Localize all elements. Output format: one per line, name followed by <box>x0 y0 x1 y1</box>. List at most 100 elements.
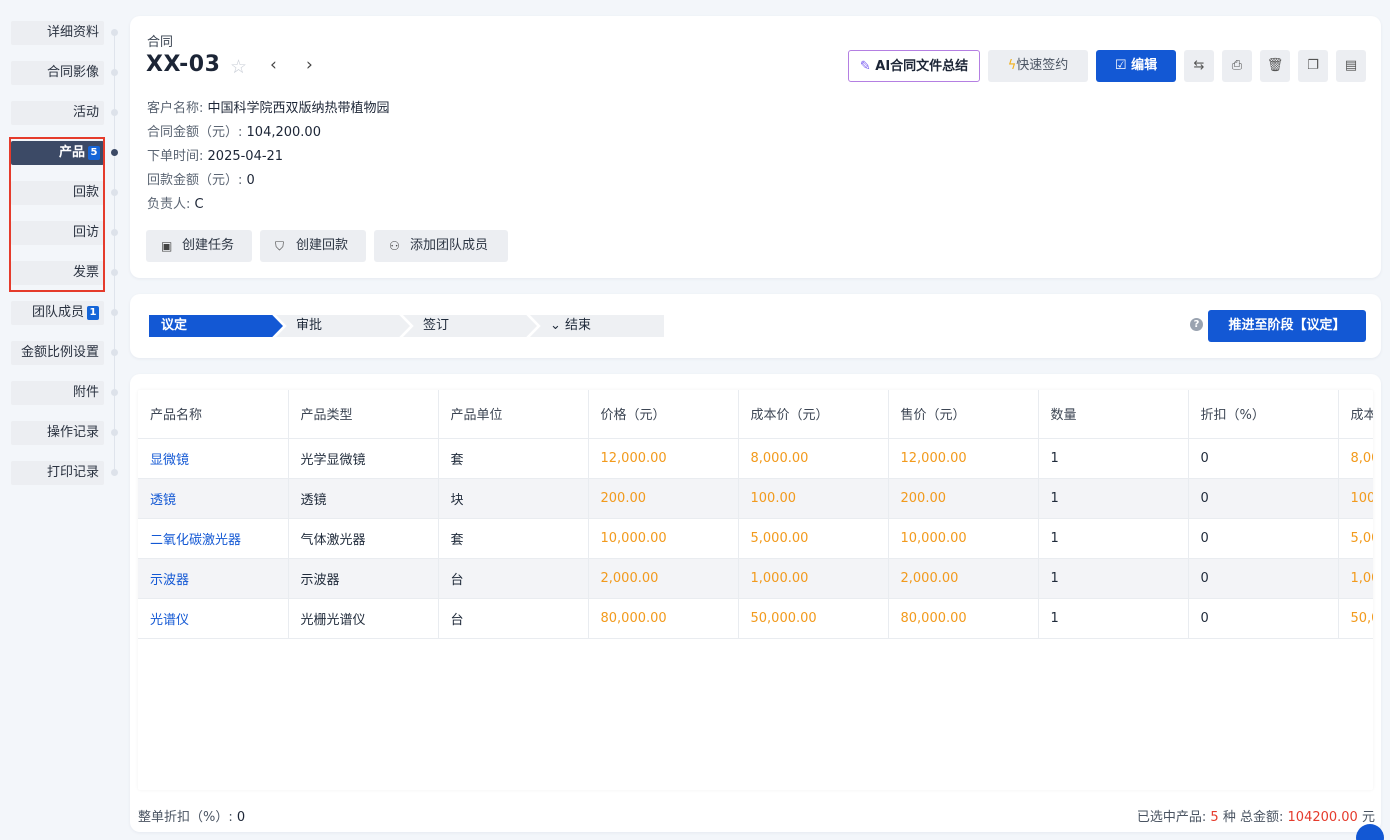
table-row: 光谱仪 光栅光谱仪 台 80,000.00 50,000.00 80,000.0… <box>138 598 1373 639</box>
product-name-link[interactable]: 透镜 <box>138 478 289 519</box>
stage-step[interactable]: 审批 <box>276 315 410 337</box>
table-row: 显微镜 光学显微镜 套 12,000.00 8,000.00 12,000.00… <box>138 438 1373 479</box>
field-owner: 负责人: C <box>147 193 204 212</box>
nav-item-contract-images[interactable]: 合同影像 <box>11 61 104 85</box>
print-button[interactable]: ⎙ <box>1222 50 1252 82</box>
column-header[interactable]: 价格（元） <box>588 390 739 439</box>
table-cell: 0 <box>1188 478 1339 519</box>
nav-item-team-members[interactable]: 团队成员 1 <box>11 301 104 325</box>
field-value: 104,200.00 <box>246 125 321 140</box>
column-header[interactable]: 产品单位 <box>438 390 589 439</box>
stage-label: 结束 <box>565 318 592 333</box>
nav-item-products[interactable]: 产品 5 <box>11 141 104 165</box>
printer-icon: ⎙ <box>1231 58 1243 73</box>
field-value: 0 <box>246 173 255 188</box>
add-team-member-button[interactable]: ⚇ 添加团队成员 <box>374 230 508 262</box>
stage-step[interactable]: 签订 <box>403 315 537 337</box>
help-icon[interactable]: ? <box>1190 318 1203 331</box>
quick-sign-button[interactable]: ϟ快速签约 <box>988 50 1088 82</box>
delete-button[interactable]: 🗑 <box>1260 50 1290 82</box>
field-label: 客户名称: <box>147 101 204 116</box>
table-cell: 2,000.00 <box>588 558 739 599</box>
column-header[interactable]: 售价（元） <box>888 390 1039 439</box>
products-table-container[interactable]: 产品名称 产品类型 产品单位 价格（元） 成本价（元） 售价（元） 数量 折扣（… <box>138 390 1373 790</box>
product-name-link[interactable]: 显微镜 <box>138 438 289 479</box>
nav-item-invoice[interactable]: 发票 <box>11 261 104 285</box>
table-cell: 12,000.00 <box>588 438 739 479</box>
nav-dot <box>111 269 118 276</box>
table-cell: 1 <box>1038 438 1189 479</box>
table-cell: 台 <box>438 598 589 639</box>
table-cell: 80,000.00 <box>588 598 739 639</box>
nav-item-amount-ratio[interactable]: 金额比例设置 <box>11 341 104 365</box>
nav-item-label: 金额比例设置 <box>20 345 99 360</box>
table-cell: 0 <box>1188 558 1339 599</box>
nav-item-label: 活动 <box>72 105 99 120</box>
nav-dot <box>111 69 118 76</box>
trash-icon: 🗑 <box>1266 58 1284 73</box>
stage-step-current[interactable]: 议定 <box>149 315 283 337</box>
document-icon: ▤ <box>1344 58 1358 73</box>
nav-dot <box>111 29 118 36</box>
selection-summary: 已选中产品: 5 种 总金额: 104200.00 元 <box>1137 806 1375 825</box>
table-cell: 100. <box>1338 478 1373 519</box>
column-header[interactable]: 成本 <box>1338 390 1373 439</box>
stage-step-end[interactable]: ⌄ 结束 <box>530 315 664 337</box>
column-header[interactable]: 产品名称 <box>138 390 289 439</box>
copy-button[interactable]: ❐ <box>1298 50 1328 82</box>
chevron-right-icon[interactable]: › <box>306 55 313 75</box>
create-task-button[interactable]: ▣ 创建任务 <box>146 230 252 262</box>
field-value: C <box>194 197 204 212</box>
nav-dot-active <box>111 149 118 156</box>
ai-summary-button[interactable]: ✎ AI合同文件总结 <box>848 50 980 82</box>
nav-timeline <box>114 30 115 475</box>
nav-item-activity[interactable]: 活动 <box>11 101 104 125</box>
table-cell: 1 <box>1038 478 1189 519</box>
column-header[interactable]: 数量 <box>1038 390 1189 439</box>
chevron-down-icon: ⌄ <box>550 318 561 333</box>
nav-dot <box>111 389 118 396</box>
field-customer-name: 客户名称: 中国科学院西双版纳热带植物园 <box>147 97 390 116</box>
nav-item-label: 详细资料 <box>46 25 99 40</box>
field-label: 负责人: <box>147 197 191 212</box>
transfer-button[interactable]: ⇆ <box>1184 50 1214 82</box>
field-label: 回款金额（元）: <box>147 173 243 188</box>
product-name-link[interactable]: 光谱仪 <box>138 598 289 639</box>
table-cell: 套 <box>438 438 589 479</box>
total-value: 104200.00 <box>1287 810 1358 825</box>
edit-icon: ☑ <box>1114 58 1127 73</box>
table-row: 示波器 示波器 台 2,000.00 1,000.00 2,000.00 1 0… <box>138 558 1373 599</box>
nav-dot <box>111 469 118 476</box>
nav-item-details[interactable]: 详细资料 <box>11 21 104 45</box>
table-cell: 光学显微镜 <box>288 438 439 479</box>
edit-button[interactable]: ☑ 编辑 <box>1096 50 1176 82</box>
column-header[interactable]: 折扣（%） <box>1188 390 1339 439</box>
table-cell: 1 <box>1038 518 1189 559</box>
create-payment-button[interactable]: ⛉ 创建回款 <box>260 230 366 262</box>
table-row: 二氧化碳激光器 气体激光器 套 10,000.00 5,000.00 10,00… <box>138 518 1373 559</box>
product-name-link[interactable]: 二氧化碳激光器 <box>138 518 289 559</box>
table-cell: 100.00 <box>738 478 889 519</box>
column-header[interactable]: 产品类型 <box>288 390 439 439</box>
table-cell: 5,000.00 <box>738 518 889 559</box>
nav-item-label: 打印记录 <box>46 465 99 480</box>
table-cell: 0 <box>1188 598 1339 639</box>
column-header[interactable]: 成本价（元） <box>738 390 889 439</box>
selected-label: 已选中产品: <box>1136 810 1207 825</box>
document-button[interactable]: ▤ <box>1336 50 1366 82</box>
field-value: 中国科学院西双版纳热带植物园 <box>207 101 390 116</box>
product-name-link[interactable]: 示波器 <box>138 558 289 599</box>
star-icon[interactable]: ☆ <box>230 56 247 78</box>
nav-item-operation-log[interactable]: 操作记录 <box>11 421 104 445</box>
button-label: 添加团队成员 <box>410 238 489 253</box>
discount-label: 整单折扣（%）: <box>138 810 233 825</box>
advance-stage-button[interactable]: 推进至阶段【议定】 <box>1208 310 1366 342</box>
table-header-row: 产品名称 产品类型 产品单位 价格（元） 成本价（元） 售价（元） 数量 折扣（… <box>138 390 1373 439</box>
nav-item-revisit[interactable]: 回访 <box>11 221 104 245</box>
nav-item-attachments[interactable]: 附件 <box>11 381 104 405</box>
nav-item-payments[interactable]: 回款 <box>11 181 104 205</box>
field-contract-amount: 合同金额（元）: 104,200.00 <box>147 121 321 140</box>
nav-item-print-log[interactable]: 打印记录 <box>11 461 104 485</box>
selected-count: 5 <box>1210 810 1219 825</box>
chevron-left-icon[interactable]: ‹ <box>270 55 277 75</box>
